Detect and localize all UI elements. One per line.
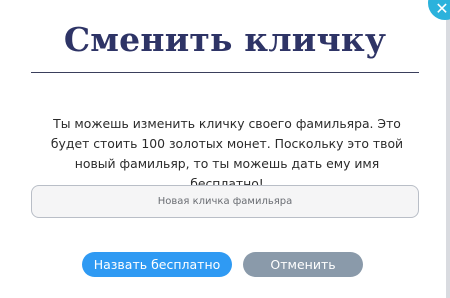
- familiar-name-input[interactable]: [31, 185, 419, 218]
- close-button[interactable]: ✕: [428, 0, 450, 20]
- dialog-description: Ты можешь изменить кличку своего фамилья…: [50, 116, 404, 191]
- title-divider: [31, 72, 419, 73]
- close-icon: ✕: [435, 0, 449, 18]
- cancel-button[interactable]: Отменить: [243, 252, 363, 277]
- dialog-title: Сменить кличку: [63, 20, 387, 59]
- rename-familiar-dialog: ✕ Сменить кличку Ты можешь изменить клич…: [0, 0, 450, 298]
- rename-free-button[interactable]: Назвать бесплатно: [82, 252, 232, 277]
